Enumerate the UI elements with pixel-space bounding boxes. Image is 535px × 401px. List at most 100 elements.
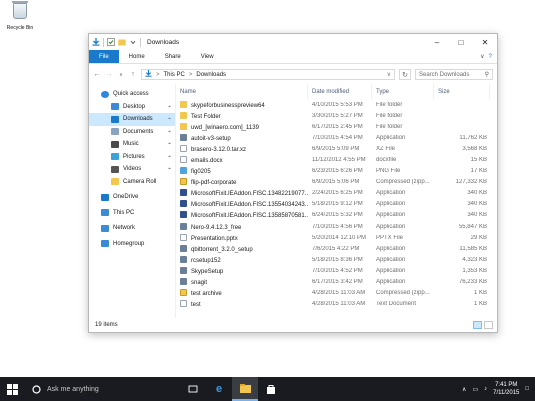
sidebar-item-onedrive[interactable]: OneDrive <box>89 191 175 204</box>
column-header-type[interactable]: Type <box>372 84 434 99</box>
file-row[interactable]: Test Folder 3/30/2015 5:27 PM File folder <box>176 110 497 121</box>
file-row[interactable]: flip-pdf-corporate 6/9/2015 5:06 PM Compre… <box>176 177 497 188</box>
tab-home[interactable]: Home <box>119 50 155 63</box>
sidebar-item-music[interactable]: Music ⌖ <box>89 138 175 151</box>
file-row[interactable]: MicrosoftFixit.IEAddon.FISC.13554034243.… <box>176 199 497 210</box>
sidebar-item-label: Desktop <box>123 103 146 110</box>
up-icon[interactable]: ↑ <box>129 71 137 78</box>
file-row[interactable]: Presentation.pptx 5/20/2014 12:10 PM PPTX … <box>176 232 497 243</box>
column-header-size[interactable]: Size <box>434 84 490 99</box>
refresh-button[interactable]: ↻ <box>399 69 411 80</box>
file-type: Text Document <box>376 301 417 308</box>
file-size: 3,568 KB <box>462 145 487 152</box>
sidebar-item-downloads[interactable]: Downloads ⌖ <box>89 113 175 126</box>
file-row[interactable]: rcsetup152 5/18/2015 8:36 PM Application 4,… <box>176 254 497 265</box>
file-row[interactable]: autoit-v3-setup 7/10/2015 4:54 PM Applicat… <box>176 132 497 143</box>
file-type: Application <box>376 267 406 274</box>
ribbon-controls: ∨ ? <box>475 50 497 63</box>
file-type: docxfile <box>376 157 397 164</box>
sidebar-item-homegroup[interactable]: Homegroup <box>89 238 175 251</box>
tab-file[interactable]: File <box>89 50 119 63</box>
file-icon <box>180 144 187 152</box>
app-icon <box>180 222 187 230</box>
minimize-button[interactable]: – <box>425 34 449 50</box>
large-icons-view-icon[interactable] <box>484 321 493 329</box>
network-status-icon[interactable]: ▭ <box>472 386 478 393</box>
file-row[interactable]: emails.docx 11/12/2012 4:55 PM docxfile 15 … <box>176 154 497 165</box>
folder-icon <box>180 122 187 130</box>
file-row[interactable]: Nero-9.4.12.3_free 7/10/2015 4:56 PM Appli… <box>176 221 497 232</box>
sidebar-item-quick-access[interactable]: Quick access <box>89 88 175 101</box>
file-row[interactable]: fig0205 6/23/2015 6:26 PM PNG File 17 KB <box>176 166 497 177</box>
store-taskbar-button[interactable] <box>258 377 284 401</box>
customize-toolbar-icon[interactable] <box>129 38 137 46</box>
address-history-dropdown-icon[interactable]: ∨ <box>387 71 391 78</box>
onedrive-icon <box>101 193 109 201</box>
start-button[interactable] <box>0 377 24 401</box>
file-row[interactable]: MicrosoftFixit.IEAddon.FISC.13585870581.… <box>176 210 497 221</box>
divider <box>140 37 141 47</box>
edge-taskbar-button[interactable]: e <box>206 377 232 401</box>
expand-ribbon-icon[interactable]: ∨ <box>480 53 484 60</box>
file-row[interactable]: brasero-3.12.0.tar.xz 6/9/2015 5:09 PM XZ … <box>176 143 497 154</box>
address-bar[interactable]: > This PC > Downloads ∨ <box>141 69 395 80</box>
file-icon <box>180 233 187 241</box>
download-icon <box>111 115 119 123</box>
help-icon[interactable]: ? <box>489 54 492 60</box>
music-icon <box>111 140 119 148</box>
sidebar-item-pictures[interactable]: Pictures ⌖ <box>89 151 175 164</box>
maximize-button[interactable]: □ <box>449 34 473 50</box>
file-name-text: rcsetup152 <box>191 257 221 264</box>
file-row[interactable]: uwd_[winaero.com]_1139 6/17/2015 2:45 PM F… <box>176 121 497 132</box>
forward-icon[interactable]: → <box>105 71 113 78</box>
file-row[interactable]: skypeforbusinesspreview64 4/10/2015 5:53 … <box>176 99 497 110</box>
file-type: File folder <box>376 112 403 119</box>
column-header-name[interactable]: Name <box>176 84 308 99</box>
tab-share[interactable]: Share <box>155 50 191 63</box>
file-date: 2/24/2015 6:25 PM <box>312 190 363 197</box>
pin-icon: ⌖ <box>168 103 171 110</box>
file-name-text: SkypeSetup <box>191 268 224 275</box>
folder-icon <box>111 178 119 186</box>
sidebar-item-documents[interactable]: Documents ⌖ <box>89 126 175 139</box>
file-explorer-taskbar-button[interactable] <box>232 377 258 401</box>
pc-icon <box>101 209 109 217</box>
clock-date: 7/11/2015 <box>493 390 520 396</box>
app-icon <box>180 278 187 286</box>
properties-icon[interactable] <box>107 38 115 46</box>
close-button[interactable]: ✕ <box>473 34 497 50</box>
back-icon[interactable]: ← <box>93 71 101 78</box>
file-date: 5/20/2014 12:10 PM <box>312 234 367 241</box>
show-hidden-icons-icon[interactable]: ∧ <box>462 386 466 393</box>
file-type: PNG File <box>376 168 401 175</box>
sidebar-item-camera-roll[interactable]: Camera Roll <box>89 176 175 189</box>
tab-view[interactable]: View <box>191 50 224 63</box>
new-folder-icon[interactable] <box>118 38 126 46</box>
breadcrumb-downloads[interactable]: Downloads <box>196 72 226 78</box>
task-view-button[interactable] <box>180 377 206 401</box>
sidebar-item-this-pc[interactable]: This PC <box>89 207 175 220</box>
file-row[interactable]: SkypeSetup 7/10/2015 4:52 PM Application 1,… <box>176 265 497 276</box>
file-name: Presentation.pptx <box>176 233 308 242</box>
sidebar-item-videos[interactable]: Videos ⌖ <box>89 163 175 176</box>
volume-icon[interactable]: ♪ <box>484 386 487 392</box>
file-name-text: qbittorrent_3.2.0_setup <box>191 246 253 253</box>
file-row[interactable]: test archive 4/28/2015 11:03 AM Compressed… <box>176 288 497 299</box>
recycle-bin-shortcut[interactable]: Recycle Bin <box>3 1 37 31</box>
column-header-date[interactable]: Date modified <box>308 84 372 99</box>
breadcrumb-this-pc[interactable]: This PC <box>164 72 185 78</box>
details-view-icon[interactable] <box>473 321 482 329</box>
file-row[interactable]: qbittorrent_3.2.0_setup 7/6/2015 4:22 PM A… <box>176 243 497 254</box>
sidebar-item-network[interactable]: Network <box>89 222 175 235</box>
file-name: qbittorrent_3.2.0_setup <box>176 244 308 253</box>
file-row[interactable]: snagit 6/17/2015 3:42 PM Application 76,233… <box>176 277 497 288</box>
sidebar-item-desktop[interactable]: Desktop ⌖ <box>89 101 175 114</box>
action-center-icon[interactable]: □ <box>525 386 529 392</box>
search-input[interactable]: Search Downloads ⚲ <box>415 69 493 80</box>
file-row[interactable]: test 4/28/2015 11:03 AM Text Document 1 KB <box>176 299 497 310</box>
clock[interactable]: 7:41 PM 7/11/2015 <box>493 381 519 397</box>
recent-locations-icon[interactable]: ∨ <box>117 72 125 78</box>
file-name-text: MicrosoftFixit.IEAddon.FISC.13585870581.… <box>191 213 308 220</box>
taskbar-search-box[interactable]: Ask me anything <box>24 377 180 401</box>
file-row[interactable]: MicrosoftFixit.IEAddon.FISC.13482219077.… <box>176 188 497 199</box>
